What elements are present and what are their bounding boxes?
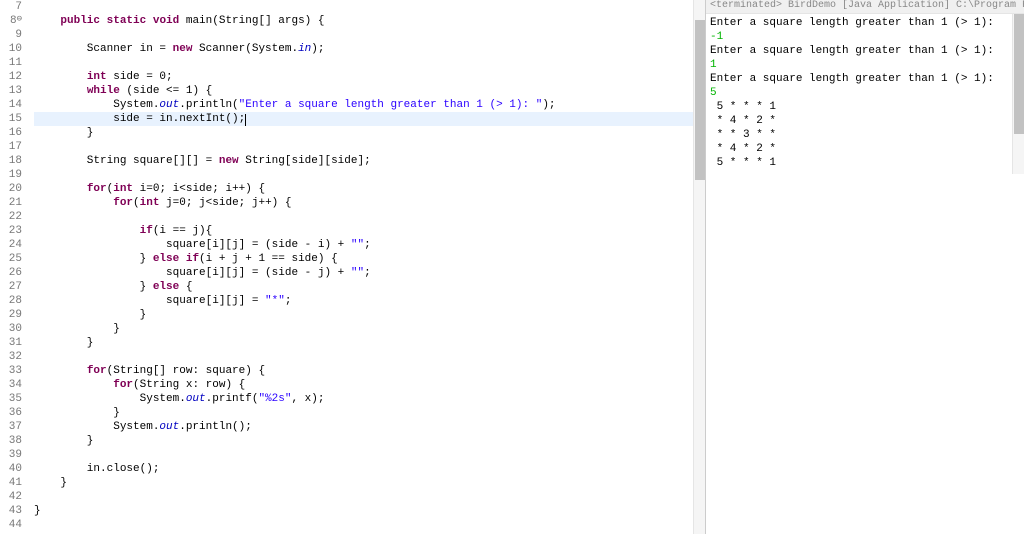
code-line[interactable] bbox=[34, 168, 705, 182]
code-line[interactable]: public static void main(String[] args) { bbox=[34, 14, 705, 28]
console-line: 5 * * * 1 bbox=[710, 100, 1020, 114]
line-number: 35 bbox=[0, 392, 22, 406]
line-number: 36 bbox=[0, 406, 22, 420]
code-line[interactable] bbox=[34, 140, 705, 154]
code-line[interactable]: } bbox=[34, 434, 705, 448]
line-number: 17 bbox=[0, 140, 22, 154]
console-line: Enter a square length greater than 1 (> … bbox=[710, 72, 1020, 86]
line-number: 8⊖ bbox=[0, 14, 22, 28]
code-area[interactable]: public static void main(String[] args) {… bbox=[30, 0, 705, 532]
line-number: 42 bbox=[0, 490, 22, 504]
code-line[interactable]: } bbox=[34, 308, 705, 322]
line-number: 21 bbox=[0, 196, 22, 210]
code-line[interactable]: side = in.nextInt(); bbox=[34, 112, 705, 126]
console-line: * * 3 * * bbox=[710, 128, 1020, 142]
code-line[interactable] bbox=[34, 210, 705, 224]
code-line[interactable] bbox=[34, 0, 705, 14]
text-caret bbox=[245, 114, 246, 126]
line-number: 24 bbox=[0, 238, 22, 252]
code-line[interactable]: } bbox=[34, 476, 705, 490]
line-number: 25 bbox=[0, 252, 22, 266]
line-number: 19 bbox=[0, 168, 22, 182]
code-line[interactable] bbox=[34, 56, 705, 70]
console-output[interactable]: Enter a square length greater than 1 (> … bbox=[706, 14, 1024, 172]
code-editor-pane[interactable]: 78⊖9101112131415161718192021222324252627… bbox=[0, 0, 706, 534]
line-number: 10 bbox=[0, 42, 22, 56]
console-line: 5 bbox=[710, 86, 1020, 100]
code-line[interactable]: } bbox=[34, 126, 705, 140]
code-line[interactable]: if(i == j){ bbox=[34, 224, 705, 238]
code-line[interactable]: } bbox=[34, 504, 705, 518]
console-scrollbar-thumb[interactable] bbox=[1014, 14, 1024, 134]
line-number: 32 bbox=[0, 350, 22, 364]
code-line[interactable] bbox=[34, 490, 705, 504]
line-number: 33 bbox=[0, 364, 22, 378]
console-pane: <terminated> BirdDemo [Java Application]… bbox=[706, 0, 1024, 534]
line-number: 29 bbox=[0, 308, 22, 322]
line-number: 37 bbox=[0, 420, 22, 434]
line-number: 39 bbox=[0, 448, 22, 462]
console-line: * 4 * 2 * bbox=[710, 142, 1020, 156]
code-line[interactable]: for(String x: row) { bbox=[34, 378, 705, 392]
line-number: 9 bbox=[0, 28, 22, 42]
code-line[interactable]: in.close(); bbox=[34, 462, 705, 476]
code-line[interactable]: } else if(i + j + 1 == side) { bbox=[34, 252, 705, 266]
code-line[interactable]: Scanner in = new Scanner(System.in); bbox=[34, 42, 705, 56]
code-line[interactable]: } bbox=[34, 406, 705, 420]
code-line[interactable] bbox=[34, 350, 705, 364]
console-line: -1 bbox=[710, 30, 1020, 44]
line-number: 40 bbox=[0, 462, 22, 476]
console-line: Enter a square length greater than 1 (> … bbox=[710, 16, 1020, 30]
code-line[interactable]: for(String[] row: square) { bbox=[34, 364, 705, 378]
code-line[interactable] bbox=[34, 448, 705, 462]
line-number: 11 bbox=[0, 56, 22, 70]
line-number: 41 bbox=[0, 476, 22, 490]
code-line[interactable]: int side = 0; bbox=[34, 70, 705, 84]
console-line: Enter a square length greater than 1 (> … bbox=[710, 44, 1020, 58]
console-scrollbar[interactable] bbox=[1012, 14, 1024, 174]
line-number: 28 bbox=[0, 294, 22, 308]
code-line[interactable]: square[i][j] = (side - j) + ""; bbox=[34, 266, 705, 280]
code-line[interactable]: for(int j=0; j<side; j++) { bbox=[34, 196, 705, 210]
code-line[interactable]: square[i][j] = (side - i) + ""; bbox=[34, 238, 705, 252]
line-number-gutter: 78⊖9101112131415161718192021222324252627… bbox=[0, 0, 28, 532]
code-line[interactable]: while (side <= 1) { bbox=[34, 84, 705, 98]
line-number: 27 bbox=[0, 280, 22, 294]
code-line[interactable] bbox=[34, 28, 705, 42]
line-number: 23 bbox=[0, 224, 22, 238]
code-line[interactable]: } else { bbox=[34, 280, 705, 294]
line-number: 12 bbox=[0, 70, 22, 84]
line-number: 22 bbox=[0, 210, 22, 224]
code-line[interactable]: } bbox=[34, 322, 705, 336]
line-number: 20 bbox=[0, 182, 22, 196]
code-line[interactable]: System.out.println(); bbox=[34, 420, 705, 434]
line-number: 14 bbox=[0, 98, 22, 112]
line-number: 34 bbox=[0, 378, 22, 392]
line-number: 44 bbox=[0, 518, 22, 532]
line-number: 18 bbox=[0, 154, 22, 168]
console-header: <terminated> BirdDemo [Java Application]… bbox=[706, 0, 1024, 14]
code-line[interactable]: for(int i=0; i<side; i++) { bbox=[34, 182, 705, 196]
code-line[interactable] bbox=[34, 518, 705, 532]
line-number: 26 bbox=[0, 266, 22, 280]
code-line[interactable]: square[i][j] = "*"; bbox=[34, 294, 705, 308]
line-number: 31 bbox=[0, 336, 22, 350]
line-number: 7 bbox=[0, 0, 22, 14]
console-line: 5 * * * 1 bbox=[710, 156, 1020, 170]
line-number: 16 bbox=[0, 126, 22, 140]
line-number: 13 bbox=[0, 84, 22, 98]
code-line[interactable]: System.out.printf("%2s", x); bbox=[34, 392, 705, 406]
code-line[interactable]: } bbox=[34, 336, 705, 350]
editor-scrollbar[interactable] bbox=[693, 0, 705, 534]
code-line[interactable]: String square[][] = new String[side][sid… bbox=[34, 154, 705, 168]
editor-scrollbar-thumb[interactable] bbox=[695, 20, 705, 180]
line-number: 15 bbox=[0, 112, 22, 126]
code-line[interactable]: System.out.println("Enter a square lengt… bbox=[34, 98, 705, 112]
line-number: 38 bbox=[0, 434, 22, 448]
console-line: * 4 * 2 * bbox=[710, 114, 1020, 128]
console-line: 1 bbox=[710, 58, 1020, 72]
line-number: 43 bbox=[0, 504, 22, 518]
line-number: 30 bbox=[0, 322, 22, 336]
